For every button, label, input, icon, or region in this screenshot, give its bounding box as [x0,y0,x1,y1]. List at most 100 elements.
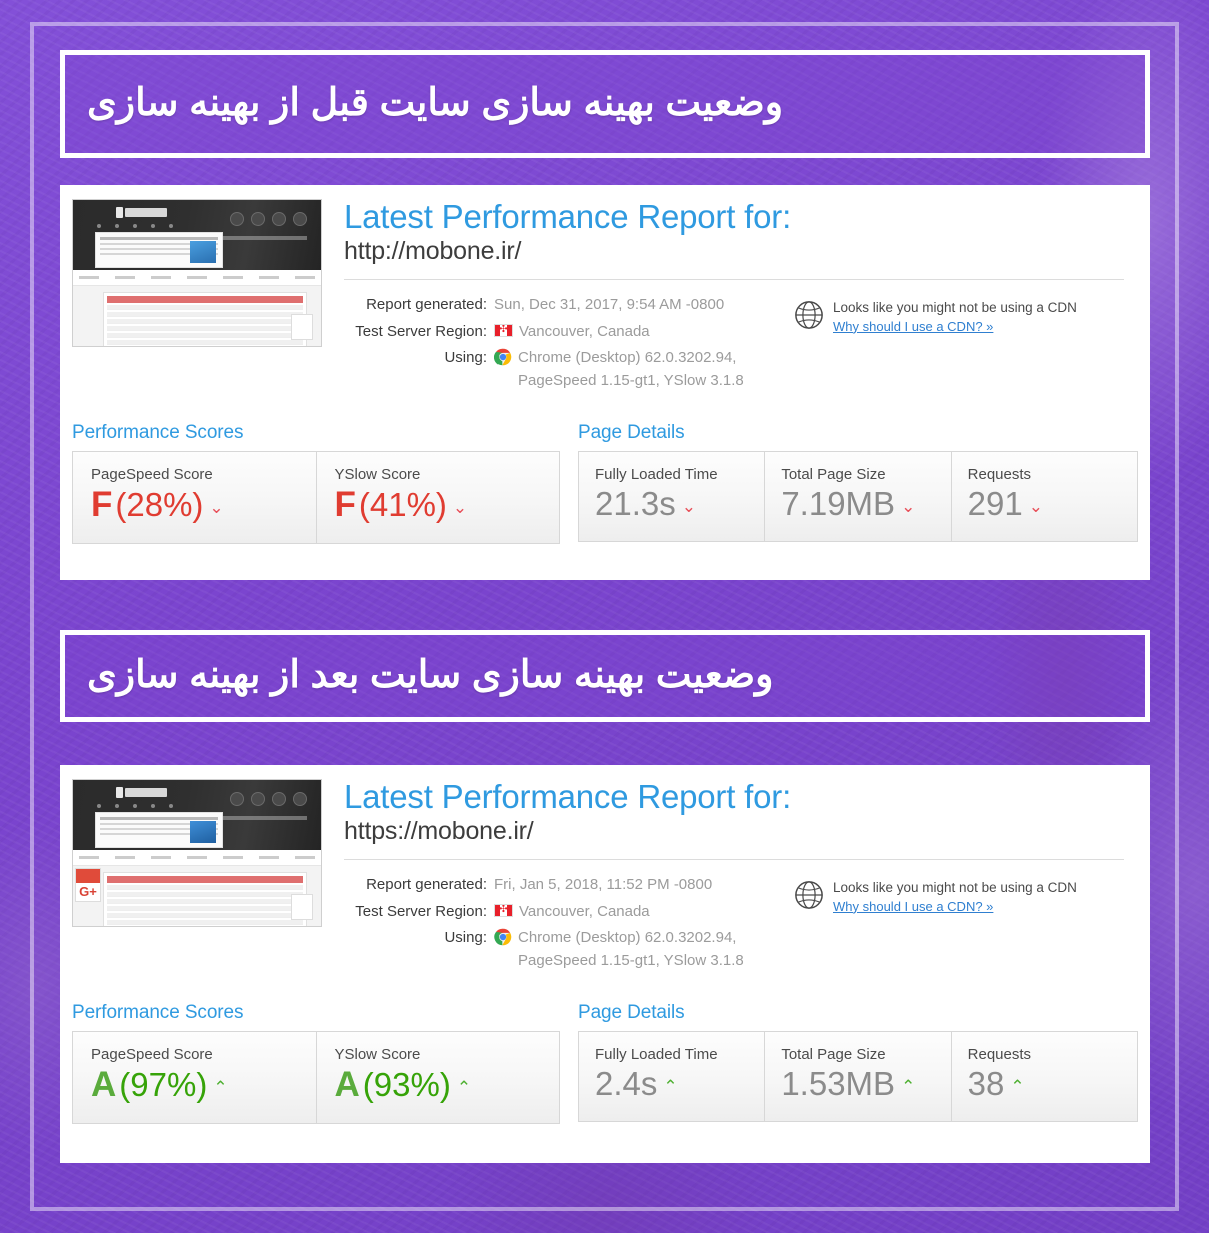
table-row [107,305,303,310]
performance-scores-group: PageSpeed Score F (28%) ⌄ YSlow Score F … [72,451,560,545]
trend-up-icon: ⌃ [456,1078,472,1098]
score-value-yslow: F (41%) ⌄ [335,485,542,525]
score-label-pagespeed: PageSpeed Score [91,466,213,484]
page-root: وضعیت بهینه سازی سایت قبل از بهینه سازی [0,0,1209,1233]
cdn-message: Looks like you might not be using a CDN [833,880,1077,896]
report-url[interactable]: https://mobone.ir/ [344,815,1138,849]
nav-item [295,856,315,859]
banner-after-text: وضعیت بهینه سازی سایت بعد از بهینه سازی [87,654,774,697]
detail-cell-requests[interactable]: Requests 291 ⌄ [952,452,1137,541]
score-grade-pagespeed: F [91,485,113,525]
cdn-text-group: Looks like you might not be using a CDN … [833,878,1077,976]
banner-before-optimization: وضعیت بهینه سازی سایت قبل از بهینه سازی [60,50,1150,158]
thumbnail-google-plus-widget: G+ [75,868,101,902]
thumbnail-article-card [95,232,223,268]
detail-number: 38 [967,1065,1005,1103]
thumbnail-price-table [103,292,307,346]
using-text-block: Chrome (Desktop) 62.0.3202.94, PageSpeed… [518,347,744,392]
thumbnail-action-icons [230,212,307,226]
chat-icon [272,212,286,226]
performance-scores-column-before: Performance Scores PageSpeed Score F (28… [72,422,560,545]
score-value-yslow: A (93%) ⌃ [335,1065,542,1105]
thumbnail-navbar [73,270,321,286]
cdn-learn-more-link[interactable]: Why should I use a CDN? » [833,899,993,914]
score-cell-pagespeed[interactable]: PageSpeed Score A (97%) ⌃ [73,1032,317,1124]
score-label-pagespeed: PageSpeed Score [91,1046,213,1064]
score-value-pagespeed: A (97%) ⌃ [91,1065,298,1105]
banner-before-text: وضعیت بهینه سازی سایت قبل از بهینه سازی [87,82,784,125]
detail-label-requests: Requests [967,1046,1032,1064]
meta-label-test-server-region: Test Server Region: [355,322,487,340]
text-line [100,817,218,820]
canada-flag-icon: ✣ [494,903,513,917]
detail-value-total-page-size: 1.53MB ⌃ [781,1065,934,1103]
detail-cell-fully-loaded-time[interactable]: Fully Loaded Time 2.4s ⌃ [579,1032,766,1121]
detail-value-total-page-size: 7.19MB ⌄ [781,485,934,523]
trend-up-icon: ⌃ [663,1077,678,1097]
site-thumbnail-before[interactable] [72,199,322,347]
report-header-before: Latest Performance Report for: http://mo… [60,185,1150,396]
dot-icon [133,804,137,808]
meta-label-report-generated: Report generated: [366,296,487,314]
table-row [107,326,303,331]
thumbnail-slider-dots [97,224,173,228]
dot-icon [151,224,155,228]
detail-value-requests: 38 ⌃ [968,1065,1121,1103]
using-line-1: Chrome (Desktop) 62.0.3202.94, [518,929,737,947]
using-line-2: PageSpeed 1.15-gt1, YSlow 3.1.8 [518,371,744,389]
score-label-yslow: YSlow Score [334,1046,421,1064]
score-cell-pagespeed[interactable]: PageSpeed Score F (28%) ⌄ [73,452,317,544]
page-details-column-after: Page Details Fully Loaded Time 2.4s ⌃ To… [578,1002,1138,1124]
meta-value-using: Chrome (Desktop) 62.0.3202.94, PageSpeed… [493,347,744,392]
cdn-learn-more-link[interactable]: Why should I use a CDN? » [833,319,993,334]
thumbnail-price-table [103,872,307,926]
cdn-text-group: Looks like you might not be using a CDN … [833,298,1077,396]
meta-report-generated: Report generated: Fri, Jan 5, 2018, 11:5… [344,874,794,897]
nav-item [151,856,171,859]
cdn-message: Looks like you might not be using a CDN [833,300,1077,316]
dot-icon [133,224,137,228]
performance-scores-column-after: Performance Scores PageSpeed Score A (97… [72,1002,560,1125]
globe-icon [794,300,824,330]
chrome-icon [494,928,512,946]
page-details-group: Fully Loaded Time 2.4s ⌃ Total Page Size… [578,1031,1138,1122]
table-row [107,899,303,904]
thumbnail-article-card [95,812,223,848]
score-grade-yslow: F [334,485,356,525]
header-divider [344,859,1124,861]
trend-down-icon: ⌄ [209,498,224,518]
test-server-region-text: Vancouver, Canada [519,902,650,920]
report-title: Latest Performance Report for: [344,778,792,815]
score-cell-yslow[interactable]: YSlow Score A (93%) ⌃ [317,1032,560,1123]
phone-icon [230,212,244,226]
nav-item [187,276,207,279]
detail-cell-total-page-size[interactable]: Total Page Size 7.19MB ⌄ [765,452,952,541]
home-icon [293,792,307,806]
score-grade-pagespeed: A [91,1065,117,1105]
cdn-notice-before: Looks like you might not be using a CDN … [794,294,1138,396]
nav-item [223,856,243,859]
metrics-row-before: Performance Scores PageSpeed Score F (28… [60,422,1150,545]
phone-icon [230,792,244,806]
detail-cell-fully-loaded-time[interactable]: Fully Loaded Time 21.3s ⌄ [579,452,766,541]
detail-label-total-page-size: Total Page Size [781,466,886,484]
trend-down-icon: ⌄ [681,497,696,517]
metrics-row-after: Performance Scores PageSpeed Score A (97… [60,1002,1150,1125]
site-thumbnail-after[interactable]: G+ [72,779,322,927]
meta-report-generated: Report generated: Sun, Dec 31, 2017, 9:5… [344,294,794,317]
table-row [107,906,303,911]
detail-cell-total-page-size[interactable]: Total Page Size 1.53MB ⌃ [765,1032,952,1121]
page-details-title: Page Details [578,1002,685,1024]
report-card-after: G+ Latest Performance Report for: https:… [60,765,1150,1163]
detail-number: 2.4s [595,1065,658,1103]
report-url[interactable]: http://mobone.ir/ [344,235,1138,269]
thumbnail-slider-dots [97,804,173,808]
detail-cell-requests[interactable]: Requests 38 ⌃ [952,1032,1137,1121]
detail-value-requests: 291 ⌄ [968,485,1121,523]
meta-using: Using: Chrome (Desktop) 62.0.3202.94, Pa… [344,927,794,972]
canada-flag-icon: ✣ [494,323,513,337]
dot-icon [97,804,101,808]
report-meta-table: Report generated: Fri, Jan 5, 2018, 11:5… [344,874,794,976]
score-cell-yslow[interactable]: YSlow Score F (41%) ⌄ [317,452,560,543]
meta-label-using: Using: [444,349,487,367]
